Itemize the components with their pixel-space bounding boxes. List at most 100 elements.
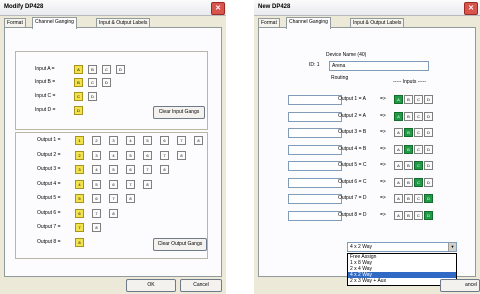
gang-checkbox[interactable]: 4: [75, 179, 84, 189]
output-label-field[interactable]: [288, 161, 342, 171]
route-input-button[interactable]: A: [394, 177, 403, 187]
route-input-button[interactable]: C: [414, 177, 423, 187]
route-input-button[interactable]: D: [424, 161, 433, 170]
output-label-field[interactable]: [288, 144, 342, 155]
gang-checkbox[interactable]: 2: [92, 136, 101, 145]
gang-checkbox[interactable]: D: [116, 65, 125, 74]
gang-checkbox[interactable]: 8: [92, 223, 101, 232]
gang-checkbox[interactable]: 5: [109, 165, 118, 174]
gang-checkbox[interactable]: 7: [143, 165, 152, 174]
clear-input-gangs-button[interactable]: Clear Input Gangs: [153, 106, 205, 119]
route-input-button[interactable]: B: [404, 111, 413, 121]
gang-checkbox[interactable]: 6: [75, 208, 84, 218]
gang-checkbox[interactable]: A: [74, 65, 83, 74]
route-input-button[interactable]: B: [404, 128, 413, 137]
route-label: Output 4 = B: [338, 145, 367, 152]
gang-checkbox[interactable]: 8: [75, 237, 84, 247]
gang-checkbox[interactable]: 1: [75, 136, 84, 145]
close-icon[interactable]: ✕: [464, 2, 478, 15]
route-input-button[interactable]: D: [424, 177, 433, 187]
tab-channel-ganging[interactable]: Channel Ganging: [286, 17, 331, 29]
route-input-button[interactable]: B: [404, 161, 413, 170]
route-input-button[interactable]: B: [404, 194, 413, 203]
gang-checkbox[interactable]: B: [74, 78, 83, 87]
gang-checkbox[interactable]: C: [102, 65, 111, 74]
gang-checkbox[interactable]: D: [102, 78, 111, 87]
clear-output-gangs-button[interactable]: Clear Output Gangs: [153, 238, 207, 251]
gang-mode-combo[interactable]: 4 x 2 Way ▼: [347, 242, 457, 252]
route-input-button[interactable]: A: [394, 194, 403, 203]
tab-channel-ganging[interactable]: Channel Ganging: [32, 17, 77, 29]
device-name-input[interactable]: Arena: [329, 61, 429, 71]
route-input-button[interactable]: A: [394, 144, 403, 154]
gang-checkbox[interactable]: D: [74, 106, 83, 115]
gang-checkbox[interactable]: 7: [160, 150, 169, 160]
route-input-button[interactable]: D: [424, 194, 433, 203]
gang-checkbox[interactable]: 6: [109, 179, 118, 189]
route-input-button[interactable]: A: [394, 161, 403, 170]
route-input-button[interactable]: A: [394, 111, 403, 121]
route-input-button[interactable]: B: [404, 210, 413, 220]
gang-checkbox[interactable]: B: [88, 65, 97, 74]
gang-checkbox[interactable]: 8: [160, 165, 169, 174]
gang-checkbox[interactable]: 4: [109, 150, 118, 160]
gang-checkbox[interactable]: 6: [143, 150, 152, 160]
gang-checkbox[interactable]: 8: [109, 208, 118, 218]
gang-checkbox[interactable]: 8: [194, 136, 203, 145]
route-input-button[interactable]: B: [404, 177, 413, 187]
route-input-button[interactable]: C: [414, 210, 423, 220]
route-input-button[interactable]: C: [414, 95, 423, 104]
gang-checkbox[interactable]: 3: [75, 165, 84, 174]
gang-checkbox[interactable]: 7: [109, 194, 118, 203]
gang-checkbox[interactable]: 6: [160, 136, 169, 145]
gang-checkbox[interactable]: 7: [75, 223, 84, 232]
cancel-button[interactable]: Cancel: [180, 279, 222, 292]
route-input-button[interactable]: C: [414, 161, 423, 170]
route-input-button[interactable]: D: [424, 210, 433, 220]
gang-checkbox[interactable]: 8: [143, 179, 152, 189]
modify-dp428-dialog: Modify DP428 ✕ Format Channel Ganging In…: [0, 0, 226, 294]
close-icon[interactable]: ✕: [211, 2, 225, 15]
gang-checkbox[interactable]: 5: [126, 150, 135, 160]
output-label-field[interactable]: [288, 210, 342, 221]
route-input-button[interactable]: A: [394, 128, 403, 137]
output-label-field[interactable]: [288, 128, 342, 138]
gang-checkbox[interactable]: 4: [126, 136, 135, 145]
gang-checkbox[interactable]: 8: [177, 150, 186, 160]
gang-checkbox[interactable]: 6: [126, 165, 135, 174]
gang-checkbox[interactable]: 7: [126, 179, 135, 189]
cancel-button[interactable]: ancel: [440, 279, 480, 292]
gang-checkbox[interactable]: 4: [92, 165, 101, 174]
gang-checkbox[interactable]: 3: [92, 150, 101, 160]
route-input-button[interactable]: B: [404, 95, 413, 104]
gang-checkbox[interactable]: 6: [92, 194, 101, 203]
route-input-button[interactable]: B: [404, 144, 413, 154]
route-input-button[interactable]: D: [424, 144, 433, 154]
gang-checkbox[interactable]: D: [88, 92, 97, 101]
gang-checkbox[interactable]: 5: [92, 179, 101, 189]
output-label-field[interactable]: [288, 111, 342, 122]
gang-checkbox[interactable]: C: [88, 78, 97, 87]
chevron-down-icon[interactable]: ▼: [448, 243, 456, 251]
output-label-field[interactable]: [288, 95, 342, 105]
route-input-button[interactable]: C: [414, 144, 423, 154]
route-input-button[interactable]: A: [394, 95, 403, 104]
route-input-button[interactable]: C: [414, 111, 423, 121]
gang-checkbox[interactable]: 5: [75, 194, 84, 203]
output-label-field[interactable]: [288, 194, 342, 204]
route-input-button[interactable]: D: [424, 111, 433, 121]
gang-checkbox[interactable]: C: [74, 92, 83, 101]
route-input-button[interactable]: D: [424, 128, 433, 137]
route-input-button[interactable]: D: [424, 95, 433, 104]
output-label-field[interactable]: [288, 177, 342, 188]
gang-checkbox[interactable]: 8: [126, 194, 135, 203]
route-input-button[interactable]: C: [414, 128, 423, 137]
gang-checkbox[interactable]: 7: [177, 136, 186, 145]
route-input-button[interactable]: A: [394, 210, 403, 220]
gang-checkbox[interactable]: 5: [143, 136, 152, 145]
ok-button[interactable]: OK: [126, 279, 176, 292]
gang-checkbox[interactable]: 2: [75, 150, 84, 160]
route-input-button[interactable]: C: [414, 194, 423, 203]
gang-checkbox[interactable]: 3: [109, 136, 118, 145]
gang-checkbox[interactable]: 7: [92, 208, 101, 218]
